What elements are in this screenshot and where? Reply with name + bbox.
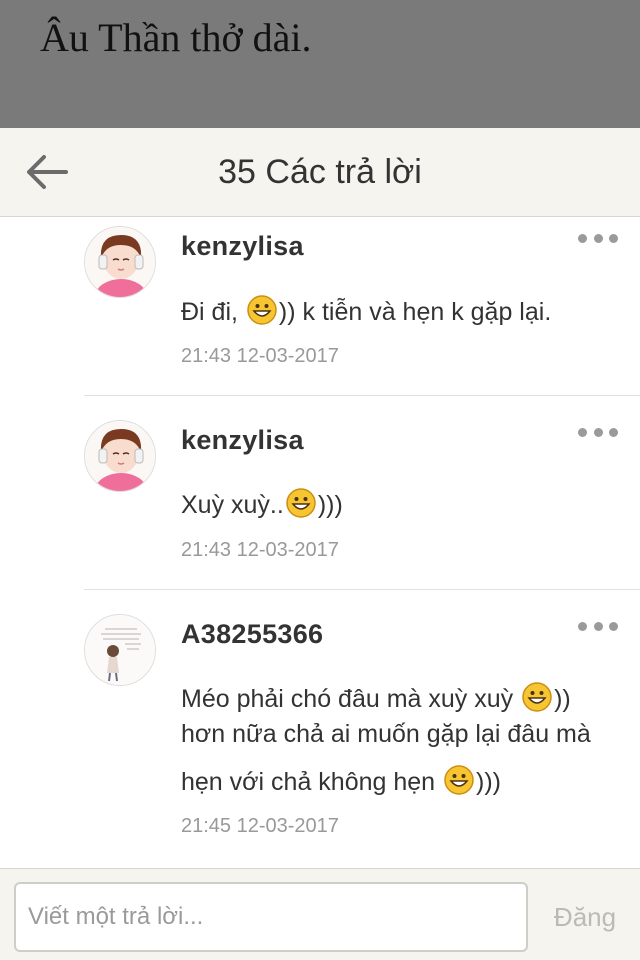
comment-text: Méo phải chó đâu mà xuỳ xuỳ )) — [181, 682, 621, 714]
grinning-face-emoji-icon — [522, 682, 552, 712]
username[interactable]: kenzylisa — [181, 425, 304, 456]
reply-bar: Đăng — [0, 868, 640, 960]
comment-timestamp: 21:43 12-03-2017 — [181, 539, 339, 561]
dot-icon — [593, 427, 603, 437]
avatar[interactable] — [84, 420, 156, 492]
dot-icon — [578, 621, 587, 631]
avatar[interactable] — [84, 226, 156, 298]
username[interactable]: kenzylisa — [181, 231, 304, 262]
replies-header: 35 Các trả lời — [0, 128, 640, 217]
dot-icon — [609, 233, 618, 243]
comment-text: hơn nữa chả ai muốn gặp lại đâu mà — [181, 720, 591, 748]
comment-text: Xuỳ xuỳ..))) — [181, 488, 621, 520]
story-backdrop: Âu Thần thở dài. — [0, 0, 640, 128]
comment-item: kenzylisa Xuỳ xuỳ..))) 21:43 12-03-2017 — [0, 396, 640, 590]
grinning-face-emoji-icon — [444, 765, 474, 795]
grinning-face-emoji-icon — [247, 295, 277, 325]
dot-icon — [593, 621, 603, 631]
grinning-face-emoji-icon — [286, 488, 316, 518]
more-options-button[interactable] — [578, 422, 618, 442]
comment-text: Đi đi, )) k tiễn và hẹn k gặp lại. — [181, 295, 621, 327]
dot-icon — [609, 427, 618, 437]
more-options-button[interactable] — [578, 616, 618, 636]
reply-input[interactable] — [14, 882, 528, 952]
girl-with-headphones-icon — [85, 421, 155, 491]
comments-list[interactable]: kenzylisa Đi đi, )) k tiễn và hẹn k gặp … — [0, 217, 640, 868]
story-text: Âu Thần thở dài. — [40, 15, 312, 60]
comment-item: kenzylisa Đi đi, )) k tiễn và hẹn k gặp … — [0, 217, 640, 396]
username[interactable]: A38255366 — [181, 619, 323, 650]
comment-timestamp: 21:43 12-03-2017 — [181, 345, 339, 367]
girl-with-headphones-icon — [85, 227, 155, 297]
dot-icon — [609, 621, 618, 631]
more-options-button[interactable] — [578, 228, 618, 248]
page-title: 35 Các trả lời — [218, 153, 422, 191]
comment-text: hẹn với chả không hẹn ))) — [181, 765, 621, 797]
post-button[interactable]: Đăng — [540, 882, 630, 952]
dot-icon — [578, 233, 587, 243]
dot-icon — [593, 233, 603, 243]
avatar[interactable] — [84, 614, 156, 686]
dot-icon — [578, 427, 587, 437]
comment-item: A38255366 Méo phải chó đâu mà xuỳ xuỳ ))… — [0, 590, 640, 868]
illustrated-girl-icon — [85, 615, 155, 685]
comment-timestamp: 21:45 12-03-2017 — [181, 815, 339, 837]
